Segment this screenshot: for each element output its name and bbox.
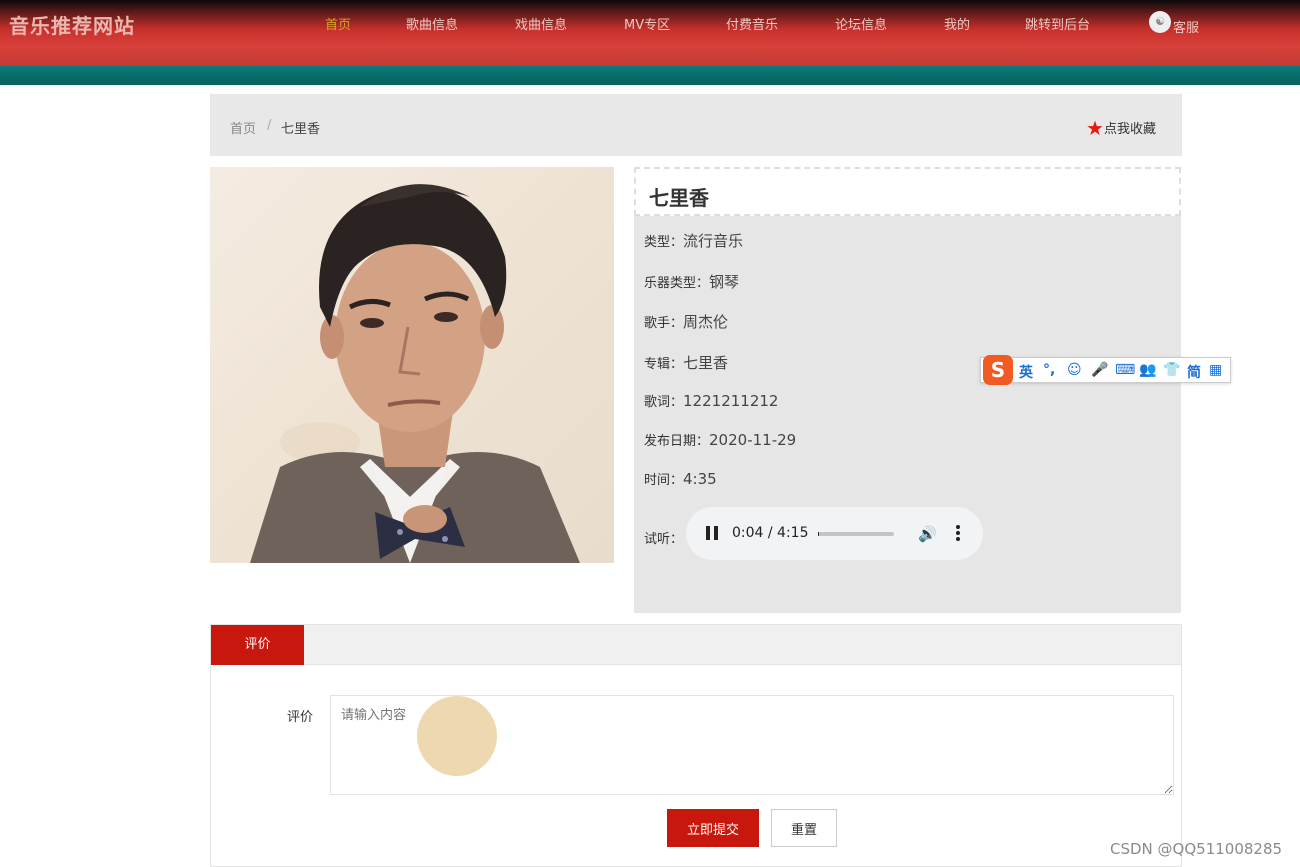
sogou-logo-icon[interactable]: S xyxy=(983,355,1013,385)
field-label: 发布日期： xyxy=(644,434,710,449)
song-field-type: 类型：流行音乐 xyxy=(644,230,743,251)
ime-skin-icon[interactable]: 👕 xyxy=(1163,362,1180,378)
nav-home[interactable]: 首页 xyxy=(325,14,351,33)
song-field-instrument: 乐器类型：钢琴 xyxy=(644,271,739,292)
player-time: 0:04 / 4:15 xyxy=(732,525,809,541)
favorite-button[interactable]: ★点我收藏 xyxy=(1086,116,1156,140)
field-label: 类型： xyxy=(644,235,684,250)
customer-service-link[interactable]: 客服 xyxy=(1173,17,1199,36)
ime-english-toggle[interactable]: 英 xyxy=(1019,362,1033,382)
more-options-icon[interactable] xyxy=(956,525,960,541)
comment-tab-bar: 评价 xyxy=(211,625,1181,665)
song-field-album: 专辑：七里香 xyxy=(644,352,728,373)
ime-punctuation-icon[interactable]: °, xyxy=(1043,362,1055,378)
song-title: 七里香 xyxy=(649,186,709,210)
favorite-label: 点我收藏 xyxy=(1103,122,1156,137)
ime-toolbox-icon[interactable]: ▦ xyxy=(1209,362,1222,378)
breadcrumb-home[interactable]: 首页 xyxy=(230,118,256,137)
field-label: 乐器类型： xyxy=(644,276,710,291)
field-value: 2020-11-29 xyxy=(709,431,797,449)
ime-voice-icon[interactable]: 🎤 xyxy=(1091,362,1108,378)
field-value: 1221211212 xyxy=(683,392,779,410)
nav-paid-music[interactable]: 付费音乐 xyxy=(726,14,778,33)
tab-comment[interactable]: 评价 xyxy=(211,625,304,665)
singer-portrait-illustration xyxy=(250,184,580,563)
header-accent-band xyxy=(0,66,1300,85)
song-field-lyrics: 歌词：1221211212 xyxy=(644,391,778,410)
song-field-singer: 歌手：周杰伦 xyxy=(644,311,728,332)
audio-player[interactable]: 0:04 / 4:15 🔊 xyxy=(686,507,983,560)
comment-panel: 评价 评价 立即提交 重置 xyxy=(210,624,1182,867)
field-value: 流行音乐 xyxy=(683,232,744,250)
nav-opera[interactable]: 戏曲信息 xyxy=(515,14,567,33)
preview-label: 试听： xyxy=(644,532,684,547)
field-value: 周杰伦 xyxy=(683,313,729,331)
field-value: 钢琴 xyxy=(709,273,740,291)
watermark: CSDN @QQ511008285 xyxy=(1110,840,1283,858)
nav-mine[interactable]: 我的 xyxy=(944,14,970,33)
breadcrumb-current: 七里香 xyxy=(281,122,321,137)
ime-user-icon[interactable]: 👥 xyxy=(1139,362,1156,378)
field-label: 歌手： xyxy=(644,316,684,331)
breadcrumb: 首页 / 七里香 xyxy=(210,94,1182,156)
song-cover-image xyxy=(210,167,614,563)
field-value: 4:35 xyxy=(683,470,717,488)
song-field-release-date: 发布日期：2020-11-29 xyxy=(644,430,796,449)
main-nav: 首页 歌曲信息 戏曲信息 MV专区 付费音乐 论坛信息 我的 跳转到后台 xyxy=(0,14,1300,34)
volume-icon[interactable]: 🔊 xyxy=(918,525,937,543)
star-icon: ★ xyxy=(1086,116,1104,140)
customer-service-icon[interactable]: ☯ xyxy=(1149,11,1171,33)
song-title-box: 七里香 xyxy=(634,167,1181,216)
ime-simplified-toggle[interactable]: 简 xyxy=(1187,362,1201,382)
pause-icon[interactable] xyxy=(706,526,719,540)
field-label: 时间： xyxy=(644,473,684,488)
breadcrumb-separator: / xyxy=(267,118,272,133)
ime-keyboard-icon[interactable]: ⌨ xyxy=(1115,362,1135,378)
field-label: 专辑： xyxy=(644,357,684,372)
player-seek-bar[interactable] xyxy=(818,532,894,536)
submit-button[interactable]: 立即提交 xyxy=(667,809,759,847)
field-value: 七里香 xyxy=(683,354,729,372)
player-progress-fill xyxy=(818,532,820,536)
nav-admin[interactable]: 跳转到后台 xyxy=(1025,14,1090,33)
song-field-duration: 时间：4:35 xyxy=(644,469,717,488)
nav-mv[interactable]: MV专区 xyxy=(624,14,670,33)
ime-toolbar[interactable]: S 英 °, ☺ 🎤 ⌨ 👥 👕 简 ▦ xyxy=(980,355,1231,385)
mouse-cursor-highlight xyxy=(417,696,497,776)
reset-button[interactable]: 重置 xyxy=(771,809,837,847)
field-label: 歌词： xyxy=(644,395,684,410)
ime-emoji-icon[interactable]: ☺ xyxy=(1067,362,1082,378)
nav-forum[interactable]: 论坛信息 xyxy=(835,14,887,33)
nav-songs[interactable]: 歌曲信息 xyxy=(406,14,458,33)
comment-field-label: 评价 xyxy=(287,710,314,725)
